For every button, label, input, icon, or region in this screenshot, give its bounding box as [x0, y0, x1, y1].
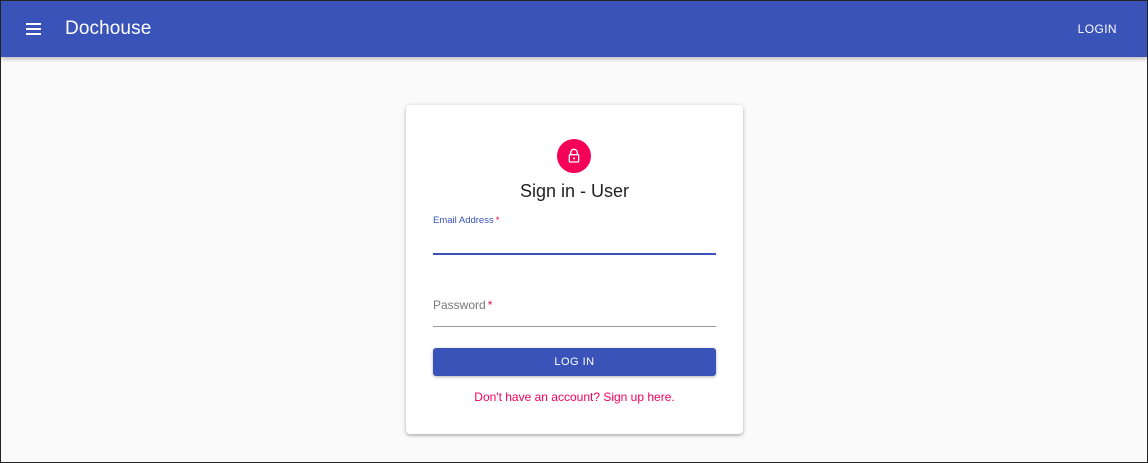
lock-icon — [557, 139, 591, 173]
menu-icon[interactable] — [19, 15, 47, 43]
password-input[interactable] — [433, 297, 716, 317]
password-field: Password * — [433, 295, 716, 327]
email-required-mark: * — [495, 215, 500, 226]
app-window: Dochouse LOGIN Sign in - User Email Addr… — [0, 0, 1148, 463]
sign-up-link[interactable]: Don't have an account? Sign up here. — [406, 390, 743, 404]
sign-in-card: Sign in - User Email Address * Password * … — [406, 105, 743, 434]
email-underline — [433, 253, 716, 255]
form-title: Sign in - User — [519, 181, 630, 201]
email-field: Email Address * — [433, 215, 716, 255]
app-bar: Dochouse LOGIN — [1, 1, 1147, 57]
email-input[interactable] — [433, 231, 716, 251]
app-title: Dochouse — [65, 18, 152, 39]
password-underline — [433, 326, 716, 327]
email-label: Email Address * — [433, 215, 500, 226]
log-in-button[interactable]: LOG IN — [433, 348, 716, 376]
header-login-button[interactable]: LOGIN — [1078, 1, 1117, 57]
